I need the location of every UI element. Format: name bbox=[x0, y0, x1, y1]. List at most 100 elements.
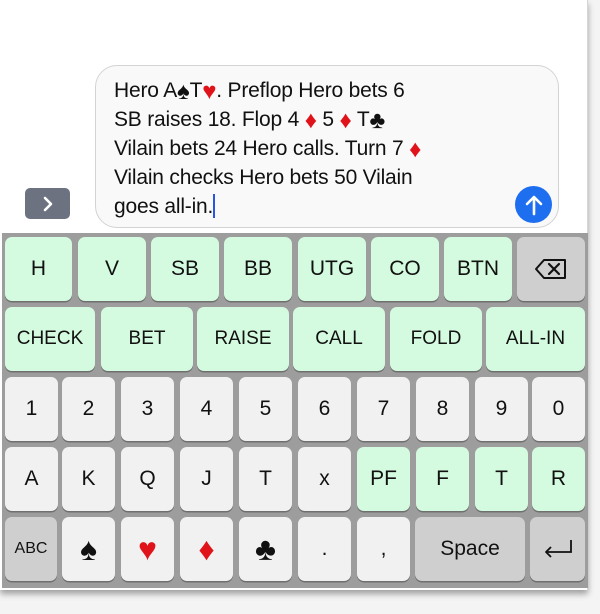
key-sb[interactable]: SB bbox=[151, 237, 219, 301]
club-icon: ♣ bbox=[369, 107, 386, 134]
message-input[interactable]: Hero A♠T♥. Preflop Hero bets 6 SB raises … bbox=[95, 65, 559, 228]
key-label: ALL-IN bbox=[505, 328, 566, 349]
key-spade[interactable]: ♠ bbox=[62, 517, 115, 581]
message-text: SB raises 18. Flop 4 bbox=[114, 108, 305, 131]
key-utg[interactable]: UTG bbox=[298, 237, 366, 301]
key-label: H bbox=[30, 257, 47, 280]
message-line: SB raises 18. Flop 4 ♦ 5 ♦ T♣ bbox=[114, 105, 510, 134]
key-label: CALL bbox=[315, 328, 363, 349]
key-label: A bbox=[24, 467, 39, 490]
key-all-in[interactable]: ALL-IN bbox=[486, 307, 585, 371]
key-4[interactable]: 4 bbox=[180, 377, 233, 441]
key-6[interactable]: 6 bbox=[298, 377, 351, 441]
chevron-right-icon bbox=[43, 196, 52, 211]
key-comma[interactable]: , bbox=[357, 517, 410, 581]
key-label: T bbox=[259, 467, 272, 490]
key-label: V bbox=[104, 257, 119, 280]
message-text: Hero A bbox=[114, 79, 177, 102]
message-line: goes all-in. bbox=[114, 192, 510, 221]
message-text: Vilain bets 24 Hero calls. Turn 7 bbox=[114, 137, 410, 160]
diamond-icon: ♦ bbox=[339, 107, 352, 134]
key-f[interactable]: F bbox=[416, 447, 469, 511]
send-button[interactable] bbox=[515, 186, 552, 223]
diamond-icon: ♦ bbox=[409, 136, 422, 163]
spade-icon: ♠ bbox=[80, 530, 97, 567]
key-label: x bbox=[319, 467, 330, 490]
poker-keyboard: H V SB BB UTG CO BTN CHECK BET RAISE CALL FOLD ALL-… bbox=[2, 233, 588, 588]
key-label: . bbox=[321, 537, 328, 560]
heart-icon: ♥ bbox=[202, 78, 217, 105]
key-label: SB bbox=[170, 257, 199, 280]
key-t[interactable]: T bbox=[239, 447, 292, 511]
key-q[interactable]: Q bbox=[121, 447, 174, 511]
key-bb[interactable]: BB bbox=[224, 237, 292, 301]
key-h[interactable]: H bbox=[5, 237, 72, 301]
return-icon bbox=[544, 540, 572, 558]
key-label: 1 bbox=[25, 397, 38, 420]
key-label: J bbox=[201, 467, 212, 490]
key-j[interactable]: J bbox=[180, 447, 233, 511]
key-bet[interactable]: BET bbox=[101, 307, 193, 371]
key-v[interactable]: V bbox=[78, 237, 146, 301]
key-backspace[interactable] bbox=[517, 237, 585, 301]
key-0[interactable]: 0 bbox=[532, 377, 585, 441]
key-pf[interactable]: PF bbox=[357, 447, 410, 511]
key-call[interactable]: CALL bbox=[293, 307, 385, 371]
key-7[interactable]: 7 bbox=[357, 377, 410, 441]
key-label: 0 bbox=[552, 397, 565, 420]
diamond-icon: ♦ bbox=[198, 530, 215, 567]
message-text: T bbox=[351, 108, 370, 131]
key-9[interactable]: 9 bbox=[475, 377, 528, 441]
key-3[interactable]: 3 bbox=[121, 377, 174, 441]
key-diamond[interactable]: ♦ bbox=[180, 517, 233, 581]
key-x[interactable]: x bbox=[298, 447, 351, 511]
message-text: . Preflop Hero bets 6 bbox=[216, 79, 405, 102]
key-label: , bbox=[380, 537, 387, 560]
key-a[interactable]: A bbox=[5, 447, 58, 511]
key-k[interactable]: K bbox=[62, 447, 115, 511]
message-line: Hero A♠T♥. Preflop Hero bets 6 bbox=[114, 76, 510, 105]
key-label: R bbox=[550, 467, 567, 490]
key-space[interactable]: Space bbox=[415, 517, 525, 581]
key-label: 9 bbox=[495, 397, 508, 420]
key-label: BTN bbox=[457, 257, 499, 280]
key-btn[interactable]: BTN bbox=[444, 237, 512, 301]
key-check[interactable]: CHECK bbox=[5, 307, 95, 371]
backspace-icon bbox=[535, 259, 566, 279]
key-heart[interactable]: ♥ bbox=[121, 517, 174, 581]
key-fold[interactable]: FOLD bbox=[390, 307, 482, 371]
key-label: 4 bbox=[200, 397, 213, 420]
key-t[interactable]: T bbox=[475, 447, 528, 511]
key-co[interactable]: CO bbox=[371, 237, 439, 301]
key-club[interactable]: ♣ bbox=[239, 517, 292, 581]
key-label: CO bbox=[389, 257, 421, 280]
key-8[interactable]: 8 bbox=[416, 377, 469, 441]
message-text: 5 bbox=[316, 108, 340, 131]
key-label: FOLD bbox=[410, 328, 462, 349]
key-label: BET bbox=[128, 328, 166, 349]
key-label: 3 bbox=[141, 397, 154, 420]
key-abc[interactable]: ABC bbox=[5, 517, 57, 581]
key-2[interactable]: 2 bbox=[62, 377, 115, 441]
key-label: PF bbox=[370, 467, 397, 490]
key-5[interactable]: 5 bbox=[239, 377, 292, 441]
key-label: BB bbox=[243, 257, 272, 280]
key-label: CHECK bbox=[16, 328, 84, 349]
key-label: ABC bbox=[14, 540, 48, 557]
key-period[interactable]: . bbox=[298, 517, 351, 581]
key-label: 7 bbox=[377, 397, 390, 420]
key-label: 6 bbox=[318, 397, 331, 420]
text-cursor bbox=[213, 194, 216, 218]
key-return[interactable] bbox=[530, 517, 585, 581]
key-label: 5 bbox=[259, 397, 272, 420]
key-r[interactable]: R bbox=[532, 447, 585, 511]
key-1[interactable]: 1 bbox=[5, 377, 58, 441]
app-panel: Hero A♠T♥. Preflop Hero bets 6 SB raises … bbox=[0, 0, 588, 590]
message-line: Vilain checks Hero bets 50 Vilain bbox=[114, 163, 510, 192]
heart-icon: ♥ bbox=[138, 530, 157, 567]
key-raise[interactable]: RAISE bbox=[197, 307, 289, 371]
message-text: Vilain checks Hero bets 50 Vilain bbox=[114, 166, 413, 189]
key-label: Space bbox=[440, 537, 500, 560]
spade-icon: ♠ bbox=[177, 78, 190, 105]
expand-apps-button[interactable] bbox=[25, 188, 70, 219]
